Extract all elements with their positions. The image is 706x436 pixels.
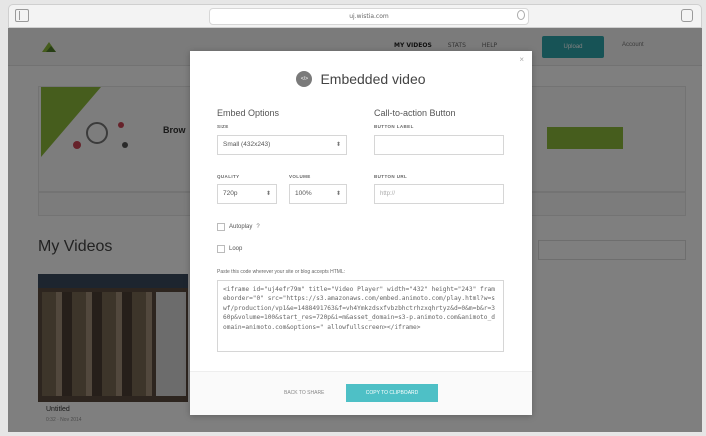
loop-checkbox[interactable] xyxy=(217,245,225,253)
embed-code-icon: </> xyxy=(296,71,313,87)
autoplay-option[interactable]: Autoplay ? xyxy=(217,223,260,231)
volume-select-value: 100% xyxy=(295,190,312,197)
embed-modal: × </> Embedded video Embed Options Call-… xyxy=(190,51,532,415)
size-select[interactable]: Small (432x243) ⬍ xyxy=(217,135,347,155)
browser-toolbar: uj.wistia.com xyxy=(8,4,702,28)
address-bar[interactable]: uj.wistia.com xyxy=(209,8,529,25)
button-label-label: BUTTON LABEL xyxy=(374,124,414,129)
autoplay-label: Autoplay xyxy=(229,224,253,230)
help-icon[interactable]: ? xyxy=(256,224,259,230)
size-label: SIZE xyxy=(217,124,229,129)
button-url-label: BUTTON URL xyxy=(374,174,408,179)
close-icon[interactable]: × xyxy=(519,55,524,64)
modal-header: </> Embedded video xyxy=(190,69,532,89)
button-label-field[interactable] xyxy=(374,135,504,155)
modal-footer: BACK TO SHARE COPY TO CLIPBOARD xyxy=(190,371,532,415)
volume-label: VOLUME xyxy=(289,174,311,179)
select-caret-icon: ⬍ xyxy=(335,142,341,148)
quality-label: QUALITY xyxy=(217,174,240,179)
copy-to-clipboard-button[interactable]: COPY TO CLIPBOARD xyxy=(346,384,438,402)
volume-select[interactable]: 100% ⬍ xyxy=(289,184,347,204)
quality-select[interactable]: 720p ⬍ xyxy=(217,184,277,204)
back-to-share-link[interactable]: BACK TO SHARE xyxy=(284,390,324,396)
select-caret-icon: ⬍ xyxy=(265,191,271,197)
cta-title: Call-to-action Button xyxy=(374,108,456,118)
modal-title: Embedded video xyxy=(320,71,426,87)
sidebar-toggle-icon[interactable] xyxy=(15,9,29,22)
loop-option[interactable]: Loop xyxy=(217,245,242,253)
quality-select-value: 720p xyxy=(223,190,238,197)
button-url-field[interactable]: http:// xyxy=(374,184,504,204)
share-icon[interactable] xyxy=(681,9,693,22)
select-caret-icon: ⬍ xyxy=(335,191,341,197)
embed-code-textarea[interactable]: <iframe id="uj4efr79m" title="Video Play… xyxy=(217,280,504,352)
autoplay-checkbox[interactable] xyxy=(217,223,225,231)
paste-instruction: Paste this code wherever your site or bl… xyxy=(217,269,346,275)
size-select-value: Small (432x243) xyxy=(223,141,271,148)
reload-icon[interactable] xyxy=(517,10,525,20)
embed-options-title: Embed Options xyxy=(217,108,280,118)
loop-label: Loop xyxy=(229,246,243,252)
